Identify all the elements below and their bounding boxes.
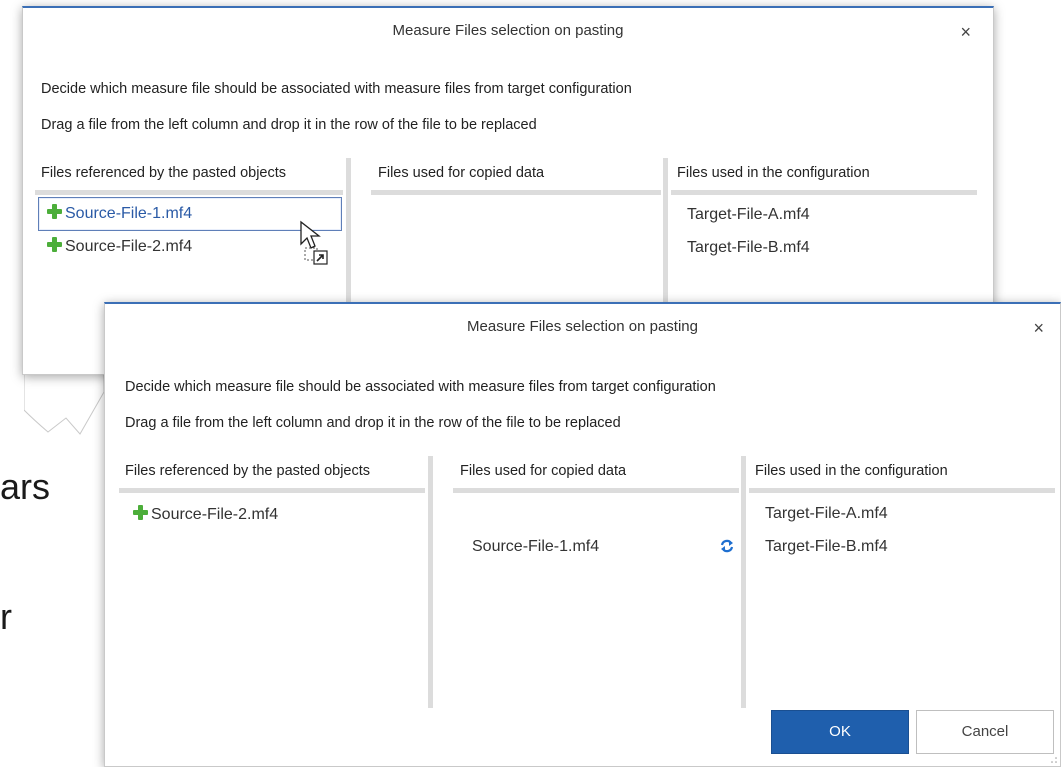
callout-tail [24, 372, 105, 435]
dialog-titlebar: Measure Files selection on pasting × [23, 8, 993, 64]
list-item-target-file-b[interactable]: Target-File-B.mf4 [687, 239, 810, 257]
file-name: Source-File-2.mf4 [151, 506, 279, 523]
column-header-rule [671, 190, 977, 195]
background-text-fragment-1: ars [0, 466, 51, 507]
dialog-title: Measure Files selection on pasting [467, 318, 698, 335]
plus-icon [133, 505, 148, 520]
list-item-source-file-2[interactable]: Source-File-2.mf4 [47, 237, 192, 256]
dialog-title: Measure Files selection on pasting [392, 22, 624, 39]
column-header-rule [371, 190, 661, 195]
column-header-copied: Files used for copied data [378, 165, 545, 181]
close-icon[interactable]: × [1033, 318, 1044, 339]
swap-icon[interactable] [719, 538, 735, 554]
column-header-rule [749, 488, 1055, 493]
column-header-referenced: Files referenced by the pasted objects [125, 463, 371, 479]
column-header-copied: Files used for copied data [460, 463, 627, 479]
column-header-rule [453, 488, 739, 493]
instruction-text-1: Decide which measure file should be asso… [41, 81, 632, 97]
ok-button[interactable]: OK [771, 710, 909, 754]
instruction-text-1: Decide which measure file should be asso… [125, 379, 716, 395]
column-splitter[interactable] [741, 456, 746, 708]
cancel-button[interactable]: Cancel [916, 710, 1054, 754]
instruction-text-2: Drag a file from the left column and dro… [125, 415, 621, 431]
plus-icon [47, 204, 62, 219]
file-name: Source-File-2.mf4 [65, 238, 193, 255]
dialog-measure-files-front: Measure Files selection on pasting × Dec… [104, 302, 1061, 767]
dialog-titlebar: Measure Files selection on pasting × [105, 304, 1060, 360]
list-item-copied-source-file-1[interactable]: Source-File-1.mf4 [472, 538, 599, 556]
column-header-configuration: Files used in the configuration [677, 165, 870, 181]
column-header-configuration: Files used in the configuration [755, 463, 948, 479]
plus-icon [47, 237, 62, 252]
column-splitter[interactable] [428, 456, 433, 708]
column-header-rule [35, 190, 343, 195]
shortcut-link-icon [313, 250, 328, 265]
file-name: Source-File-1.mf4 [65, 205, 193, 222]
resize-grip-icon[interactable] [1050, 756, 1058, 764]
column-header-rule [119, 488, 425, 493]
list-item-source-file-1[interactable]: Source-File-1.mf4 [47, 204, 192, 223]
background-text-fragment-2: r [0, 596, 12, 637]
list-item-target-file-b[interactable]: Target-File-B.mf4 [765, 538, 888, 556]
close-icon[interactable]: × [960, 22, 971, 43]
instruction-text-2: Drag a file from the left column and dro… [41, 117, 537, 133]
list-item-source-file-2[interactable]: Source-File-2.mf4 [133, 505, 278, 524]
column-header-referenced: Files referenced by the pasted objects [41, 165, 287, 181]
list-item-target-file-a[interactable]: Target-File-A.mf4 [687, 206, 810, 224]
list-item-target-file-a[interactable]: Target-File-A.mf4 [765, 505, 888, 523]
